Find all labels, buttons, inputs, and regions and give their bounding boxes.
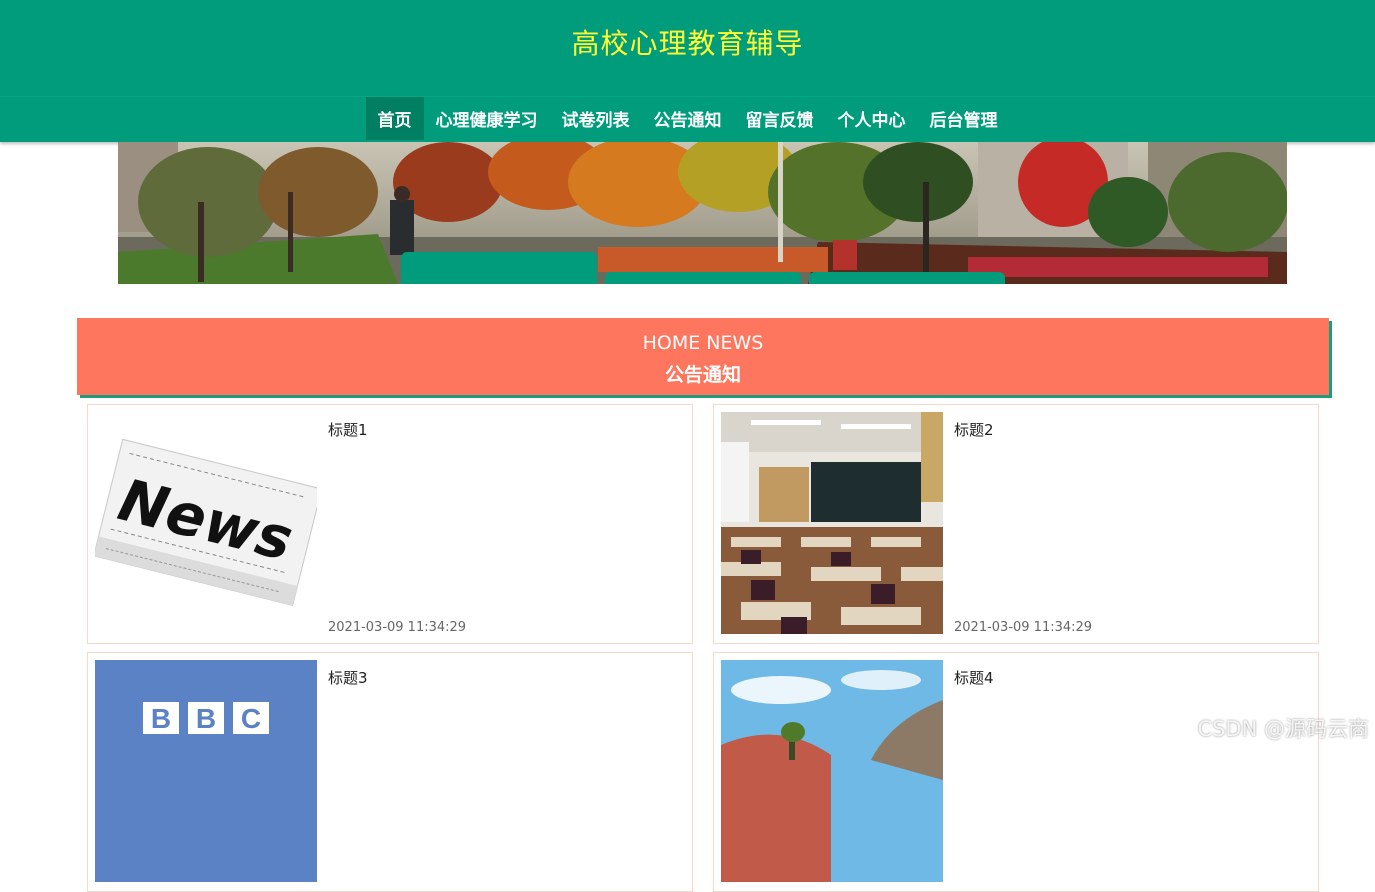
nav-item-personal-center[interactable]: 个人中心 [826, 97, 918, 140]
nav-item-mental-health-study[interactable]: 心理健康学习 [424, 97, 550, 140]
news-thumbnail[interactable] [721, 412, 943, 634]
news-title[interactable]: 标题1 [328, 419, 368, 440]
site-title: 高校心理教育辅导 [0, 22, 1375, 62]
newspaper-image: News [95, 412, 317, 634]
news-card[interactable]: 标题4 [713, 652, 1319, 892]
news-title[interactable]: 标题4 [954, 667, 994, 688]
site-header: 高校心理教育辅导 首页 心理健康学习 试卷列表 公告通知 留言反馈 个人中心 后… [0, 0, 1375, 142]
news-thumbnail[interactable] [721, 660, 943, 882]
news-date: 2021-03-09 11:34:29 [328, 620, 466, 635]
bbc-logo-image: B B C [95, 660, 317, 882]
news-title[interactable]: 标题2 [954, 419, 994, 440]
news-section-header: HOME NEWS 公告通知 [77, 318, 1329, 395]
nav-item-home[interactable]: 首页 [366, 97, 424, 140]
campus-banner [118, 142, 1287, 284]
svg-text:C: C [241, 703, 261, 734]
banner-slide-indicator-3[interactable] [809, 272, 1005, 284]
main-nav: 首页 心理健康学习 试卷列表 公告通知 留言反馈 个人中心 后台管理 [0, 96, 1375, 140]
nav-item-announcements[interactable]: 公告通知 [642, 97, 734, 140]
nav-item-admin[interactable]: 后台管理 [918, 97, 1010, 140]
nav-item-exam-list[interactable]: 试卷列表 [550, 97, 642, 140]
banner-slide-indicator-1[interactable] [401, 252, 597, 284]
news-thumbnail[interactable]: B B C [95, 660, 317, 882]
news-section-title-cn: 公告通知 [77, 360, 1329, 387]
csdn-watermark: CSDN @源码云商 [1197, 713, 1369, 743]
news-card[interactable]: News 标题1 2021-03-09 11:34:29 [87, 404, 693, 644]
svg-text:B: B [196, 703, 216, 734]
banner-slide-indicator-2[interactable] [605, 272, 801, 284]
news-card[interactable]: B B C 标题3 [87, 652, 693, 892]
classroom-image [721, 412, 943, 634]
news-title[interactable]: 标题3 [328, 667, 368, 688]
campus-banner-image [118, 142, 1287, 284]
news-thumbnail[interactable]: News [95, 412, 317, 634]
news-card[interactable]: 标题2 2021-03-09 11:34:29 [713, 404, 1319, 644]
svg-text:B: B [151, 703, 171, 734]
nav-item-feedback[interactable]: 留言反馈 [734, 97, 826, 140]
sky-building-image [721, 660, 943, 882]
news-date: 2021-03-09 11:34:29 [954, 620, 1092, 635]
news-section-title-en: HOME NEWS [77, 332, 1329, 354]
